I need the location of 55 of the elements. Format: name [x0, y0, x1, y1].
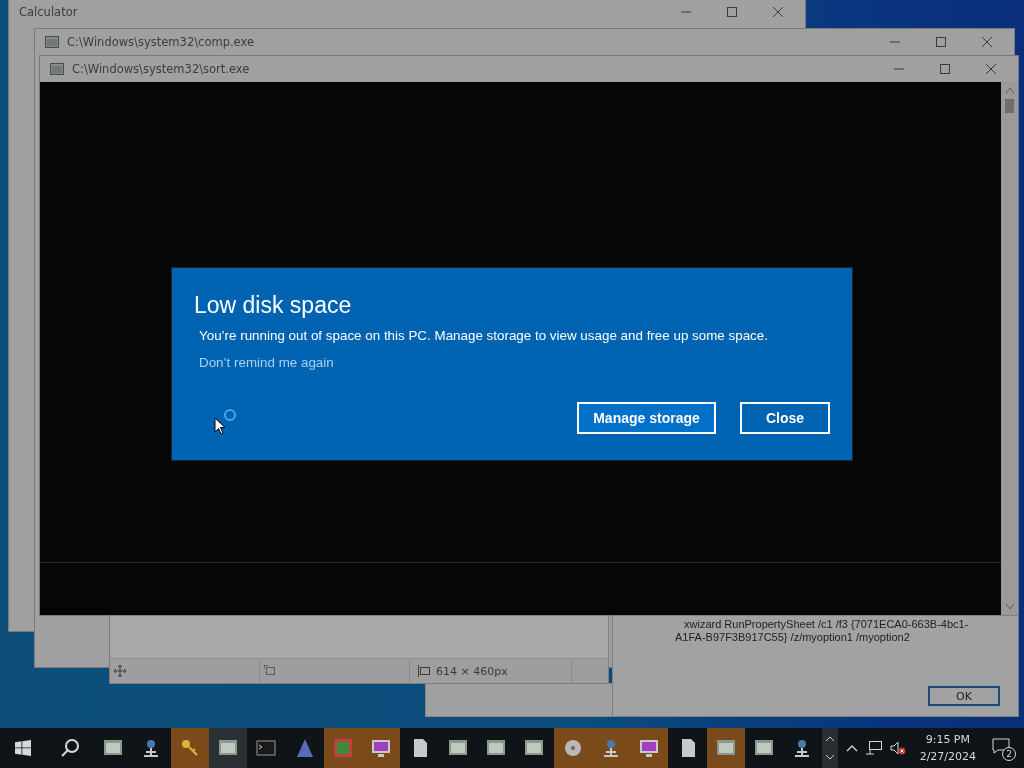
- search-icon[interactable]: [60, 738, 80, 758]
- key-icon: [179, 738, 200, 758]
- manage-storage-button[interactable]: Manage storage: [577, 402, 716, 434]
- loading-icon: [223, 408, 237, 422]
- start-icon[interactable]: [15, 740, 31, 756]
- scroll-thumb[interactable]: [1005, 99, 1014, 113]
- close-icon[interactable]: [986, 64, 996, 74]
- message-text: xwizard RunPropertySheet /c1 /f3 {7071ECA0-663B-4bc1-A1FA-B97F3B917C55} /z/myoption1 /myoption2: [674, 617, 970, 645]
- selection-icon: [264, 665, 276, 677]
- monitor-icon: [371, 738, 392, 758]
- ok-button[interactable]: OK: [928, 686, 1000, 706]
- close-icon[interactable]: [982, 37, 992, 47]
- taskbar-button[interactable]: [630, 728, 669, 768]
- dialog-message: You’re running out of space on this PC. Manage storage to view usage and free up some space.: [199, 328, 769, 343]
- image-size-icon: [418, 665, 430, 677]
- notification-count: 2: [1002, 747, 1016, 761]
- taskbar-button[interactable]: [208, 728, 248, 768]
- close-icon[interactable]: [773, 7, 783, 17]
- window-icon: [486, 738, 507, 758]
- close-button[interactable]: Close: [740, 402, 830, 434]
- terminal-icon: [256, 738, 277, 758]
- window-title: Calculator: [19, 5, 79, 19]
- window-title: C:\Windows\system32\sort.exe: [72, 62, 251, 76]
- dont-remind-link[interactable]: Don’t remind me again: [199, 355, 334, 370]
- maximize-icon[interactable]: [936, 37, 946, 47]
- window-icon: [447, 738, 468, 758]
- scroll-bar[interactable]: [1001, 82, 1018, 615]
- window-icon: [218, 738, 239, 758]
- clock[interactable]: 9:15 PM 2/27/2024: [919, 731, 977, 765]
- window-icon: [524, 738, 545, 758]
- console-icon: [45, 36, 59, 48]
- clock-date: 2/27/2024: [919, 749, 977, 765]
- console-icon: [50, 63, 64, 75]
- taskbar-button[interactable]: [706, 728, 746, 768]
- maximize-icon[interactable]: [727, 7, 737, 17]
- image-size: 614 × 460px: [436, 664, 508, 678]
- disc-icon: [562, 738, 583, 758]
- speaker-muted-icon[interactable]: [889, 741, 906, 755]
- window-icon: [103, 738, 124, 758]
- clock-time: 9:15 PM: [925, 732, 970, 748]
- monitor-icon: [639, 738, 660, 758]
- chevron-up-icon[interactable]: [845, 744, 858, 752]
- maximize-icon[interactable]: [940, 64, 950, 74]
- network-node-icon: [601, 738, 621, 758]
- window-icon: [754, 738, 775, 758]
- taskbar-button[interactable]: [362, 728, 401, 768]
- move-icon: [114, 665, 126, 677]
- triangle-icon: [294, 738, 315, 758]
- window-title: C:\Windows\system32\comp.exe: [67, 35, 255, 49]
- network-icon[interactable]: [865, 741, 882, 755]
- window-icon: [715, 738, 736, 758]
- taskbar-button[interactable]: [170, 728, 209, 768]
- taskbar-button[interactable]: [553, 728, 592, 768]
- pointer-icon: [214, 417, 226, 435]
- dialog-title: Low disk space: [194, 291, 353, 320]
